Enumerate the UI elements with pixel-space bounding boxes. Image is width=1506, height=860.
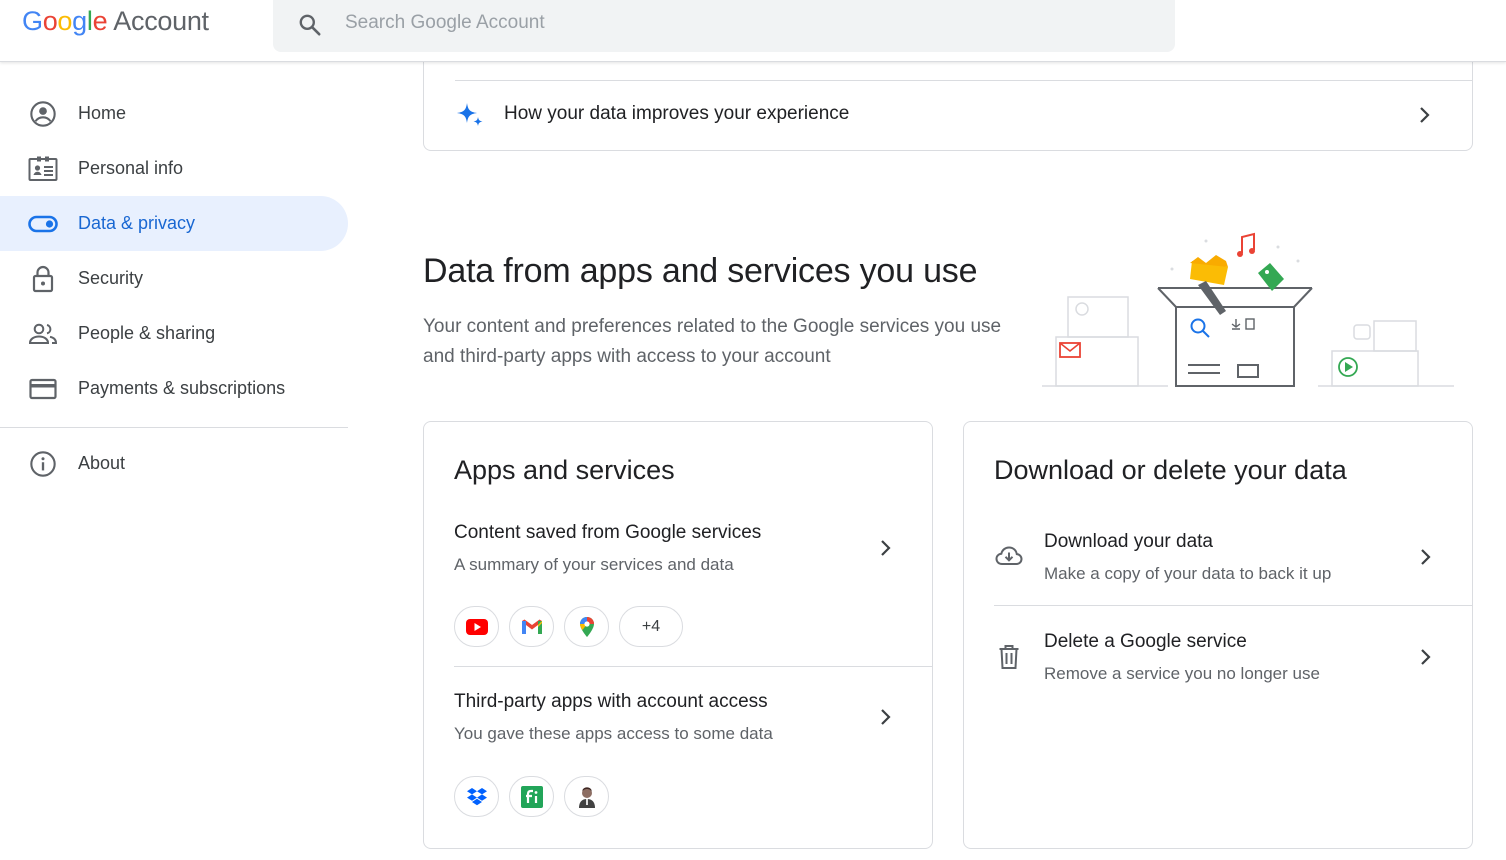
lock-icon: [28, 265, 58, 293]
chevron-right-icon: [1420, 107, 1430, 123]
search-input[interactable]: [345, 8, 1125, 38]
person-avatar-icon: [564, 776, 609, 817]
logo-letter: o: [57, 6, 73, 36]
card-title: Download or delete your data: [994, 455, 1347, 485]
more-services-chip[interactable]: +4: [619, 606, 683, 647]
apps-and-services-card: Apps and services Content saved from Goo…: [423, 421, 933, 849]
row-title: Delete a Google service: [1044, 631, 1247, 652]
row-subtitle: You gave these apps access to some data: [454, 724, 773, 743]
sidebar-item-security[interactable]: Security: [0, 251, 348, 306]
delete-service-row[interactable]: [964, 606, 1472, 706]
logo-account-text: Account: [113, 6, 209, 36]
download-delete-card: Download or delete your data Download yo…: [963, 421, 1473, 849]
sidebar-item-label: Payments & subscriptions: [78, 378, 286, 398]
sidebar-item-label: People & sharing: [78, 323, 216, 343]
gmail-icon: [509, 606, 554, 647]
maps-icon: [564, 606, 609, 647]
sparkle-icon: [457, 103, 483, 126]
credit-card-icon: [28, 376, 58, 402]
sidebar-item-about[interactable]: About: [0, 436, 348, 491]
app-fi-icon: [509, 776, 554, 817]
search-icon[interactable]: [297, 12, 323, 38]
sidebar-item-label: Personal info: [78, 158, 184, 178]
sidebar-item-payments[interactable]: Payments & subscriptions: [0, 361, 348, 416]
logo-letter: g: [72, 6, 87, 36]
row-title: Download your data: [1044, 531, 1213, 552]
row-title: How your data improves your experience: [504, 103, 850, 124]
chevron-right-icon: [1421, 549, 1431, 565]
row-title: Content saved from Google services: [454, 522, 762, 543]
sidebar-item-people-sharing[interactable]: People & sharing: [0, 306, 348, 361]
chevron-right-icon: [881, 540, 891, 556]
chevron-right-icon: [881, 709, 891, 725]
people-icon: [28, 321, 58, 347]
chevron-right-icon: [1421, 649, 1431, 665]
sidebar-item-label: Home: [78, 103, 127, 123]
search-bar[interactable]: [273, 0, 1175, 52]
section-description: Your content and preferences related to …: [423, 316, 1002, 367]
sidebar-item-label: Data & privacy: [78, 213, 196, 233]
sidebar-item-label: About: [78, 453, 126, 473]
row-title: Third-party apps with account access: [454, 691, 768, 712]
sidebar-item-home[interactable]: Home: [0, 86, 348, 141]
row-subtitle: Make a copy of your data to back it up: [1044, 564, 1332, 583]
section-title: Data from apps and services you use: [423, 252, 978, 290]
id-card-icon: [28, 156, 58, 182]
card-title: Apps and services: [454, 455, 675, 485]
logo-letter: o: [42, 6, 58, 36]
top-app-bar: Google Account: [0, 0, 1506, 62]
third-party-app-chips: [454, 776, 609, 817]
account-circle-icon: [28, 101, 58, 127]
service-chips: +4: [454, 606, 683, 647]
sidebar-item-data-privacy[interactable]: Data & privacy: [0, 196, 348, 251]
toggle-icon: [28, 211, 58, 237]
logo-letter: e: [92, 6, 108, 36]
logo-letter: G: [22, 6, 43, 36]
cloud-download-icon: [995, 546, 1023, 565]
info-icon: [28, 451, 58, 477]
trash-icon: [999, 645, 1019, 669]
sidebar-item-label: Security: [78, 268, 144, 288]
download-data-row[interactable]: [964, 512, 1472, 605]
sidebar-divider: [0, 427, 348, 428]
google-account-logo[interactable]: Google Account: [22, 6, 209, 37]
dropbox-icon: [454, 776, 499, 817]
row-subtitle: Remove a service you no longer use: [1044, 664, 1320, 683]
row-subtitle: A summary of your services and data: [454, 555, 734, 574]
youtube-icon: [454, 606, 499, 647]
sidebar-item-personal-info[interactable]: Personal info: [0, 141, 348, 196]
data-box-illustration: [1042, 232, 1454, 387]
